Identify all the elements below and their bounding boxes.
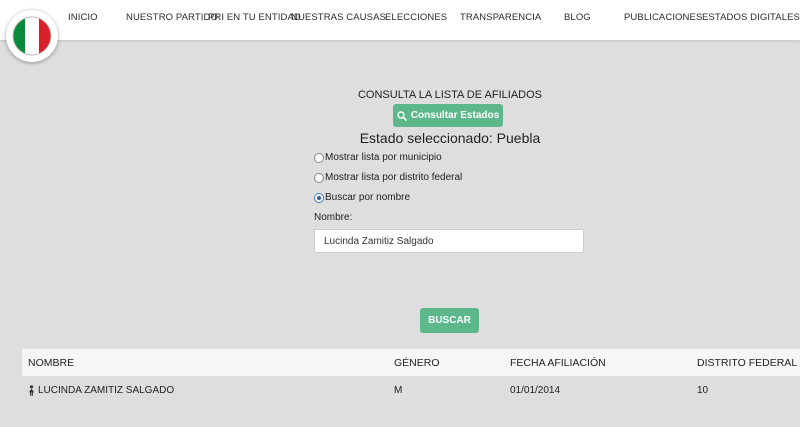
radio-por-nombre[interactable] [314,192,324,203]
top-navigation-bar: INICIO NUESTRO PARTIDO PRI EN TU ENTIDAD… [0,0,800,40]
results-table-header: NOMBRE GÉNERO FECHA AFILIACIÓN DISTRITO … [22,349,800,376]
buscar-button[interactable]: BUSCAR [420,308,479,333]
option-por-nombre[interactable]: Buscar por nombre [314,192,410,203]
nav-item-transparencia[interactable]: TRANSPARENCIA [460,12,541,23]
cell-genero: M [394,384,403,396]
search-icon [397,110,407,121]
option-label: Buscar por nombre [325,192,411,203]
cell-nombre-text: LUCINDA ZAMITIZ SALGADO [38,384,175,396]
header-distrito-federal: DISTRITO FEDERAL [697,356,798,369]
option-por-distrito-federal[interactable]: Mostrar lista por distrito federal [314,172,462,183]
consultar-estados-label: Consultar Estados [410,110,500,121]
nav-item-elecciones[interactable]: ELECCIONES [385,12,447,23]
cell-nombre: LUCINDA ZAMITIZ SALGADO [28,376,174,404]
header-genero: GÉNERO [394,356,440,369]
female-person-icon [28,384,35,396]
pri-logo-icon [12,16,52,56]
nav-item-nuestras-causas[interactable]: NUESTRAS CAUSAS [291,12,386,23]
nav-item-blog[interactable]: BLOG [564,12,591,23]
selected-state-heading: Estado seleccionado: Puebla [359,130,541,146]
cell-distrito: 10 [697,384,709,396]
pri-logo[interactable] [6,10,58,62]
name-field-label: Nombre: [314,212,353,223]
nav-item-publicaciones[interactable]: PUBLICACIONES [624,12,702,23]
option-por-municipio[interactable]: Mostrar lista por municipio [314,152,442,163]
nav-item-estados-digitales[interactable]: ESTADOS DIGITALES [702,12,800,23]
header-fecha-afiliacion: FECHA AFILIACIÓN [510,356,606,369]
consultar-estados-button[interactable]: Consultar Estados [393,104,503,127]
cell-fecha: 01/01/2014 [510,384,561,396]
name-input[interactable] [314,229,584,253]
page-title: CONSULTA LA LISTA DE AFILIADOS [357,89,542,101]
nav-item-pri-en-tu-entidad[interactable]: PRI EN TU ENTIDAD [208,12,301,23]
nav-item-nuestro-partido[interactable]: NUESTRO PARTIDO [126,12,218,23]
table-row: LUCINDA ZAMITIZ SALGADO M 01/01/2014 10 [22,376,800,404]
option-label: Mostrar lista por municipio [325,152,442,163]
option-label: Mostrar lista por distrito federal [325,172,463,183]
radio-por-municipio[interactable] [314,152,324,163]
nav-item-inicio[interactable]: INICIO [68,12,98,23]
header-nombre: NOMBRE [28,356,75,369]
radio-por-distrito-federal[interactable] [314,172,324,183]
